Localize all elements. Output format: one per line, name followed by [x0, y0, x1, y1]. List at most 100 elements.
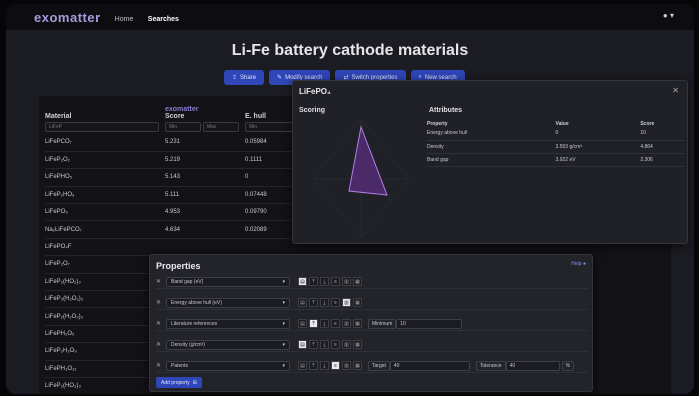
unit-label: % — [561, 360, 575, 371]
radar-score-area — [348, 125, 388, 196]
score-cell: 5.143 — [165, 168, 245, 187]
minimize-icon[interactable]: ⤓ — [320, 340, 329, 349]
attr-col-value: Value — [555, 121, 569, 127]
range-icon[interactable]: ▥ — [342, 340, 351, 349]
share-icon: ⇪ — [232, 75, 238, 81]
attr-property: Band gap — [427, 153, 556, 167]
property-row: ✕ Literature references ▾ ▤ ⤒ ⤓ ≡ ▥ ▦ Minimum 10 — [156, 317, 588, 331]
user-menu[interactable]: ● ▾ — [663, 11, 674, 20]
attr-row: Band gap 3.922 eV 2.306 — [427, 153, 685, 167]
range-icon[interactable]: ▥ — [342, 361, 351, 370]
property-select[interactable]: Patents ▾ — [166, 360, 290, 371]
ehull-min-input[interactable]: Min — [245, 122, 293, 132]
remove-icon[interactable]: ✕ — [156, 362, 166, 369]
user-icon: ● — [662, 11, 668, 20]
chart-icon[interactable]: ▦ — [353, 340, 362, 349]
property-select[interactable]: Energy above hull (eV) ▾ — [166, 297, 290, 308]
maximize-icon[interactable]: ⤒ — [309, 361, 318, 370]
app-window: exomatter Home Searches ● ▾ Li-Fe batter… — [6, 4, 694, 394]
document-icon[interactable]: ▤ — [298, 277, 307, 286]
scoring-heading: Scoring — [299, 107, 326, 114]
close-icon[interactable]: ✕ — [672, 86, 679, 95]
property-select-value: Band gap (eV) — [171, 278, 204, 285]
maximize-icon[interactable]: ⤒ — [309, 319, 318, 328]
attr-score: 10 — [640, 127, 685, 141]
range-icon[interactable]: ▥ — [342, 277, 351, 286]
attributes-heading: Attributes — [429, 107, 463, 114]
share-label: Share — [240, 74, 257, 81]
remove-icon[interactable]: ✕ — [156, 299, 166, 306]
maximize-icon[interactable]: ⤒ — [309, 340, 318, 349]
score-min-input[interactable]: Min — [165, 122, 201, 132]
property-row: ✕ Band gap (eV) ▾ ▤ ⤒ ⤓ ≡ ▥ ▦ — [156, 275, 588, 289]
material-cell: LiFePO₄F — [45, 238, 165, 257]
minimize-icon[interactable]: ⤓ — [320, 319, 329, 328]
constraint-value-input[interactable]: 10 — [396, 318, 463, 329]
target-icon[interactable]: ≡ — [331, 361, 340, 370]
nav-searches[interactable]: Searches — [148, 16, 179, 23]
minimize-icon[interactable]: ⤓ — [320, 361, 329, 370]
range-icon[interactable]: ▥ — [342, 298, 351, 307]
property-select[interactable]: Literature references ▾ — [166, 318, 290, 329]
chevron-down-icon: ▾ — [669, 11, 674, 20]
maximize-icon[interactable]: ⤒ — [309, 298, 318, 307]
radar-chart — [312, 118, 410, 237]
chevron-down-icon: ▾ — [282, 299, 285, 306]
target-icon[interactable]: ≡ — [331, 277, 340, 286]
top-bar: exomatter Home Searches ● ▾ — [6, 4, 694, 30]
brand-label: exomatter — [165, 106, 199, 113]
remove-icon[interactable]: ✕ — [156, 278, 166, 285]
chart-icon[interactable]: ▦ — [353, 361, 362, 370]
properties-panel: Properties Help ● ✕ Band gap (eV) ▾ ▤ ⤒ ⤓ ≡ ▥ ▦ ✕… — [149, 254, 593, 392]
plus-icon: ⊞ — [192, 379, 197, 386]
constraint-label: Minimum — [368, 318, 397, 329]
add-property-button[interactable]: Add property ⊞ — [156, 377, 202, 388]
material-cell: LiFeP₂(H₂O₂)₃ — [45, 307, 165, 326]
document-icon[interactable]: ▤ — [298, 361, 307, 370]
constraint-label: Target — [368, 360, 390, 371]
material-cell: LiFePO₅ — [45, 203, 165, 222]
property-select-value: Literature references — [171, 320, 218, 327]
range-icon[interactable]: ▥ — [342, 319, 351, 328]
attr-value: 3.922 eV — [555, 153, 641, 167]
tolerance-value-input[interactable]: 40 — [505, 360, 560, 371]
target-icon[interactable]: ≡ — [331, 298, 340, 307]
edit-icon: ✎ — [277, 75, 283, 81]
document-icon[interactable]: ▤ — [298, 319, 307, 328]
remove-icon[interactable]: ✕ — [156, 341, 166, 348]
property-select[interactable]: Band gap (eV) ▾ — [166, 276, 290, 287]
attr-col-score: Score — [640, 121, 655, 127]
material-detail-modal: LiFePO₄ ✕ Scoring Attributes Property Val… — [292, 80, 688, 244]
material-filter-input[interactable]: LiFeP — [45, 122, 159, 132]
document-icon[interactable]: ▤ — [298, 298, 307, 307]
help-icon: ● — [582, 261, 586, 267]
col-score[interactable]: exomatter Score — [165, 106, 245, 120]
target-icon[interactable]: ≡ — [331, 340, 340, 349]
nav-home[interactable]: Home — [115, 16, 134, 23]
help-link[interactable]: Help ● — [571, 261, 586, 267]
chart-icon[interactable]: ▦ — [353, 277, 362, 286]
target-icon[interactable]: ≡ — [331, 319, 340, 328]
constraint-value-input[interactable]: 40 — [389, 360, 470, 371]
chevron-down-icon: ▾ — [282, 362, 285, 369]
document-icon[interactable]: ▤ — [298, 340, 307, 349]
page-title: Li-Fe battery cathode materials — [231, 42, 469, 59]
maximize-icon[interactable]: ⤒ — [309, 277, 318, 286]
chart-icon[interactable]: ▦ — [353, 319, 362, 328]
attr-score: 4.864 — [640, 140, 685, 154]
chart-icon[interactable]: ▦ — [353, 298, 362, 307]
property-select-value: Energy above hull (eV) — [171, 299, 222, 306]
logo[interactable]: exomatter — [34, 10, 101, 25]
minimize-icon[interactable]: ⤓ — [320, 277, 329, 286]
attr-row: Energy above hull 0 10 — [427, 127, 685, 141]
col-material[interactable]: Material — [45, 106, 165, 120]
property-select-value: Density (g/cm³) — [171, 341, 205, 348]
remove-icon[interactable]: ✕ — [156, 320, 166, 327]
minimize-icon[interactable]: ⤓ — [320, 298, 329, 307]
help-label: Help — [571, 261, 582, 267]
property-select[interactable]: Density (g/cm³) ▾ — [166, 339, 290, 350]
material-cell: LiFeP₂(HO₃)₃ — [45, 377, 165, 394]
share-button[interactable]: ⇪ Share — [224, 70, 265, 85]
score-max-input[interactable]: Max — [203, 122, 239, 132]
attr-property: Density — [427, 140, 556, 154]
